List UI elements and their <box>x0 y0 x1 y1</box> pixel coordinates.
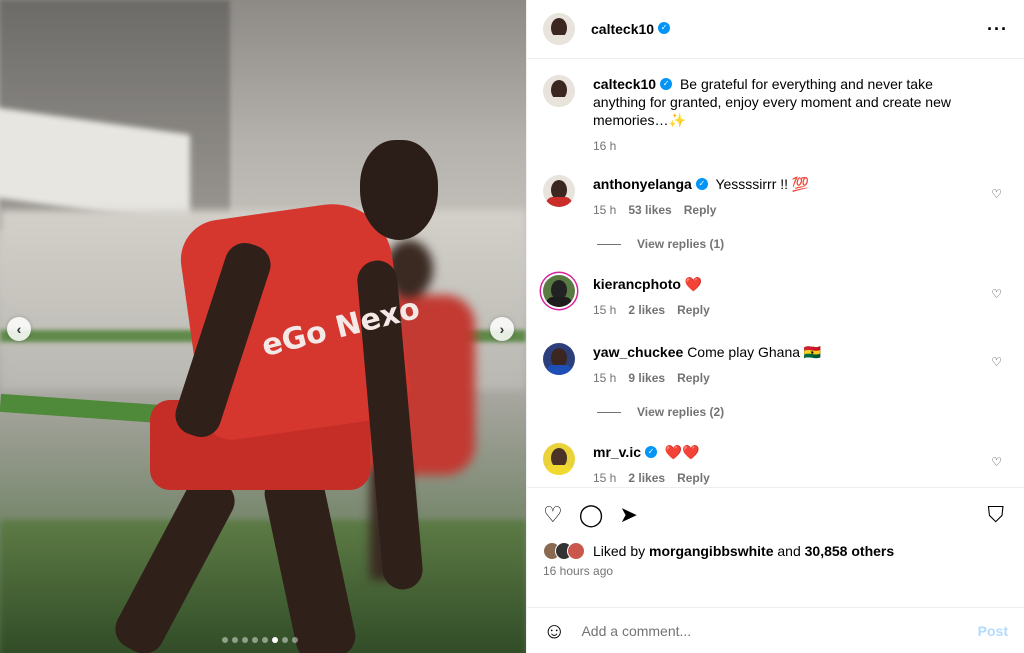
instagram-post-view: eGo Nexo ‹ › calteck10 ✓ ··· calteck10 ✓… <box>0 0 1024 653</box>
comment-username[interactable]: mr_v.ic <box>593 444 641 460</box>
liked-by-user[interactable]: morgangibbswhite <box>649 543 773 559</box>
verified-badge-icon: ✓ <box>695 178 708 191</box>
posted-time[interactable]: 16 hours ago <box>543 564 1008 578</box>
comment-item: kierancphoto ❤️ 15 h 2 likes Reply ♡ <box>543 275 1008 319</box>
view-replies-button[interactable]: View replies (2) <box>597 405 1008 419</box>
post-comment-button[interactable]: Post <box>978 623 1008 639</box>
carousel-dot <box>282 637 288 643</box>
post-details-panel: calteck10 ✓ ··· calteck10 ✓ Be grateful f… <box>526 0 1024 653</box>
next-slide-button[interactable]: › <box>490 317 514 341</box>
post-actions: ♡ ◯ ➤ ⛉ Liked by morgangibbswhite and 30… <box>527 487 1024 607</box>
commenter-avatar[interactable] <box>543 343 575 375</box>
carousel-dot <box>232 637 238 643</box>
previous-slide-button[interactable]: ‹ <box>7 317 31 341</box>
comment-item: yaw_chuckee Come play Ghana 🇬🇭 15 h 9 li… <box>543 343 1008 387</box>
likes-and: and <box>777 543 801 559</box>
verified-badge-icon: ✓ <box>660 78 673 91</box>
heart-icon[interactable]: ♡ <box>543 504 563 526</box>
commenter-avatar[interactable] <box>543 443 575 475</box>
post-media[interactable]: eGo Nexo ‹ › <box>0 0 526 653</box>
verified-badge-icon: ✓ <box>658 22 671 34</box>
comment-like-heart-icon[interactable]: ♡ <box>991 455 1002 469</box>
comment-likes[interactable]: 2 likes <box>628 301 665 319</box>
player-figure: eGo Nexo <box>108 140 450 653</box>
liker-avatars <box>543 542 585 560</box>
comment-like-heart-icon[interactable]: ♡ <box>991 287 1002 301</box>
comment-likes[interactable]: 2 likes <box>628 469 665 487</box>
commenter-avatar[interactable] <box>543 175 575 207</box>
view-replies-button[interactable]: View replies (1) <box>597 237 1008 251</box>
comment-time[interactable]: 15 h <box>593 301 616 319</box>
carousel-dot <box>292 637 298 643</box>
emoji-icon[interactable]: ☺ <box>543 618 565 644</box>
reply-button[interactable]: Reply <box>677 369 710 387</box>
liked-by-label: Liked by <box>593 543 646 559</box>
comments-section: calteck10 ✓ Be grateful for everything an… <box>527 59 1024 487</box>
comment-like-heart-icon[interactable]: ♡ <box>991 187 1002 201</box>
reply-button[interactable]: Reply <box>684 201 717 219</box>
comment-time[interactable]: 15 h <box>593 369 616 387</box>
comment-text: Yessssirrr !! 💯 <box>715 176 810 192</box>
commenter-avatar[interactable] <box>543 275 575 307</box>
caption-username[interactable]: calteck10 <box>593 76 656 92</box>
post-caption: calteck10 ✓ Be grateful for everything an… <box>543 75 1008 175</box>
view-replies-label: View replies (2) <box>637 405 725 419</box>
author-avatar[interactable] <box>543 13 575 45</box>
comment-input[interactable] <box>581 622 978 639</box>
bookmark-icon[interactable]: ⛉ <box>987 504 1004 526</box>
carousel-dot <box>252 637 258 643</box>
reply-button[interactable]: Reply <box>677 469 710 487</box>
comment-username[interactable]: anthonyelanga <box>593 176 692 192</box>
carousel-dot <box>222 637 228 643</box>
post-header: calteck10 ✓ ··· <box>527 0 1024 59</box>
carousel-indicator <box>222 637 298 643</box>
reply-button[interactable]: Reply <box>677 301 710 319</box>
liker-avatar <box>567 542 585 560</box>
caption-time[interactable]: 16 h <box>593 137 616 155</box>
comment-like-heart-icon[interactable]: ♡ <box>991 355 1002 369</box>
comment-icon[interactable]: ◯ <box>579 504 604 526</box>
share-icon[interactable]: ➤ <box>619 504 637 526</box>
comment-time[interactable]: 15 h <box>593 201 616 219</box>
comment-text: Come play Ghana 🇬🇭 <box>687 344 822 360</box>
comment-item: anthonyelanga ✓ Yessssirrr !! 💯 15 h 53 l… <box>543 175 1008 219</box>
add-comment-bar: ☺ Post <box>527 607 1024 653</box>
comment-likes[interactable]: 9 likes <box>628 369 665 387</box>
comment-item: mr_v.ic ✓ ❤️❤️ 15 h 2 likes Reply ♡ <box>543 443 1008 487</box>
author-username[interactable]: calteck10 <box>591 21 654 37</box>
verified-badge-icon: ✓ <box>645 446 657 459</box>
comment-username[interactable]: kierancphoto <box>593 276 681 292</box>
carousel-dot-active <box>272 637 278 643</box>
more-horizontal-icon[interactable]: ··· <box>987 19 1008 40</box>
comment-likes[interactable]: 53 likes <box>628 201 671 219</box>
likes-summary[interactable]: Liked by morgangibbswhite and 30,858 oth… <box>543 542 1008 560</box>
comment-time[interactable]: 15 h <box>593 469 616 487</box>
caption-author-avatar[interactable] <box>543 75 575 107</box>
comment-username[interactable]: yaw_chuckee <box>593 344 683 360</box>
likes-count[interactable]: 30,858 others <box>805 543 895 559</box>
view-replies-label: View replies (1) <box>637 237 725 251</box>
carousel-dot <box>242 637 248 643</box>
comment-text: ❤️ <box>684 276 703 292</box>
comment-text: ❤️❤️ <box>664 444 700 460</box>
carousel-dot <box>262 637 268 643</box>
